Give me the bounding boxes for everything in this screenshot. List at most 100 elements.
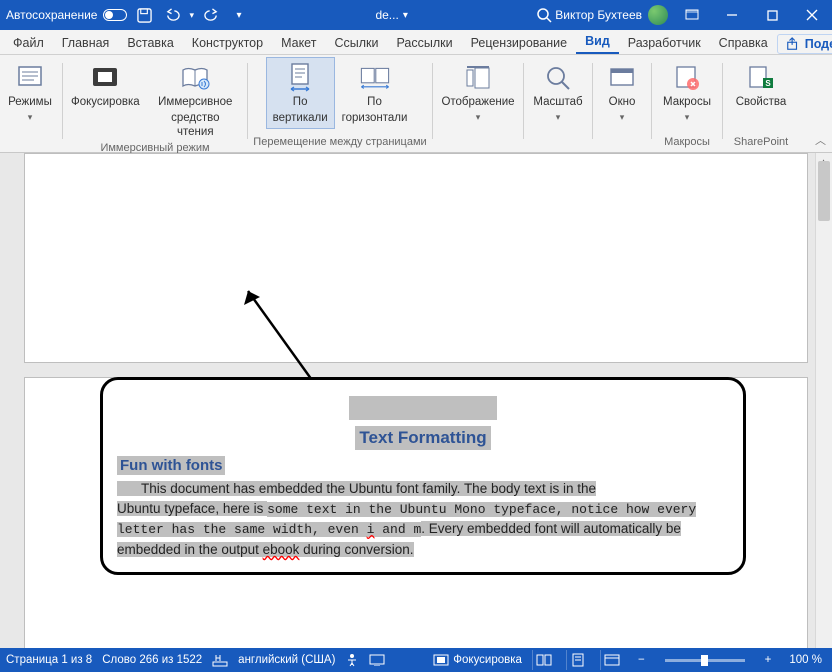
para-line-4: during conversion. — [299, 542, 413, 557]
view-web-icon[interactable] — [600, 650, 624, 670]
close-icon[interactable] — [792, 0, 832, 30]
tab-layout[interactable]: Макет — [272, 32, 325, 54]
view-read-icon[interactable] — [532, 650, 556, 670]
para-line-1: This document has embedded the Ubuntu fo… — [117, 481, 596, 496]
collapse-ribbon-icon[interactable]: ︿ — [815, 132, 826, 148]
ribbon-tabs: Файл Главная Вставка Конструктор Макет С… — [0, 30, 832, 55]
share-button[interactable]: Поделиться — [777, 34, 832, 54]
tab-review[interactable]: Рецензирование — [462, 32, 577, 54]
tab-mailings[interactable]: Рассылки — [387, 32, 461, 54]
group-label-pagemove: Перемещение между страницами — [250, 136, 430, 150]
window-label: Окно — [609, 96, 636, 110]
zoom-label: Масштаб — [533, 96, 582, 110]
svg-text:S: S — [765, 79, 771, 88]
views-label: Режимы — [8, 96, 52, 110]
tab-references[interactable]: Ссылки — [325, 32, 387, 54]
status-bar: Страница 1 из 8 Слово 266 из 1522 англий… — [0, 648, 832, 672]
tab-file[interactable]: Файл — [4, 32, 53, 54]
zoom-slider[interactable] — [665, 659, 745, 662]
ribbon-display-options-icon[interactable] — [672, 0, 712, 30]
vertical-icon — [284, 62, 316, 94]
group-label-sharepoint: SharePoint — [725, 136, 797, 150]
zoom-in-button[interactable]: + — [761, 654, 776, 666]
title-dropdown-icon[interactable]: ▾ — [403, 10, 408, 21]
tab-insert[interactable]: Вставка — [118, 32, 182, 54]
immersive-reader-button[interactable]: Иммерсивное средство чтения — [146, 57, 245, 142]
ribbon: Режимы ▾ Фокусировка Иммерсивное средств… — [0, 55, 832, 153]
avatar[interactable] — [648, 5, 668, 25]
doc-subheading: Fun with fonts — [117, 456, 225, 475]
autosave-toggle[interactable] — [103, 9, 127, 21]
zoom-out-button[interactable]: − — [634, 654, 649, 666]
document-name: de... — [375, 8, 398, 22]
macros-label: Макросы — [663, 96, 711, 110]
chevron-down-icon: ▾ — [556, 112, 561, 123]
vertical-button[interactable]: По вертикали — [266, 57, 335, 129]
vertical-label-2: вертикали — [273, 112, 328, 126]
zoom-button[interactable]: Масштаб ▾ — [526, 57, 589, 126]
immersive-reader-icon — [179, 62, 211, 94]
redo-icon[interactable] — [200, 4, 222, 26]
zoom-percent[interactable]: 100 % — [785, 654, 826, 666]
group-label-empty1 — [0, 136, 60, 150]
display-button[interactable]: Отображение ▾ — [434, 57, 521, 126]
horizontal-icon — [359, 62, 391, 94]
page-1-bottom[interactable] — [24, 153, 808, 363]
window-icon — [606, 62, 638, 94]
tab-developer[interactable]: Разработчик — [619, 32, 710, 54]
properties-label: Свойства — [736, 96, 787, 110]
tab-view[interactable]: Вид — [576, 30, 619, 54]
chevron-down-icon: ▾ — [476, 112, 481, 123]
macros-button[interactable]: Макросы ▾ — [656, 57, 718, 126]
properties-button[interactable]: S Свойства — [729, 57, 794, 113]
views-button[interactable]: Режимы ▾ — [1, 57, 59, 126]
save-icon[interactable] — [133, 4, 155, 26]
undo-icon[interactable] — [161, 4, 183, 26]
document-area[interactable]: Text Formatting Fun with fonts This docu… — [0, 153, 832, 648]
status-language[interactable]: английский (США) — [238, 654, 335, 666]
status-words[interactable]: Слово 266 из 1522 — [102, 654, 202, 666]
views-icon — [14, 62, 46, 94]
status-focus-button[interactable]: Фокусировка — [433, 654, 522, 666]
window-button[interactable]: Окно ▾ — [597, 57, 647, 126]
zoom-icon — [542, 62, 574, 94]
maximize-icon[interactable] — [752, 0, 792, 30]
status-accessibility-icon[interactable] — [345, 653, 359, 667]
status-spellcheck-icon[interactable] — [212, 653, 228, 667]
display-icon — [462, 62, 494, 94]
status-page[interactable]: Страница 1 из 8 — [6, 654, 92, 666]
focus-mode-icon — [433, 654, 449, 666]
minimize-icon[interactable] — [712, 0, 752, 30]
properties-icon: S — [745, 62, 777, 94]
annotation-callout: Text Formatting Fun with fonts This docu… — [100, 377, 746, 575]
user-name: Виктор Бухтеев — [555, 8, 642, 22]
status-focus-label: Фокусировка — [453, 654, 522, 666]
vertical-scrollbar[interactable]: ▴ — [815, 153, 832, 648]
undo-dropdown[interactable]: ▾ — [189, 10, 194, 21]
doc-heading: Text Formatting — [355, 426, 490, 450]
focus-icon — [89, 62, 121, 94]
horizontal-label-1: По — [367, 96, 382, 110]
view-print-icon[interactable] — [566, 650, 590, 670]
immersive-label-1: Иммерсивное — [158, 96, 232, 110]
horizontal-label-2: горизонтали — [342, 112, 408, 126]
chevron-down-icon: ▾ — [685, 112, 690, 123]
search-icon[interactable] — [533, 4, 555, 26]
status-display-settings-icon[interactable] — [369, 654, 385, 666]
tab-help[interactable]: Справка — [710, 32, 777, 54]
para-ebook: ebook — [263, 542, 300, 557]
chevron-down-icon: ▾ — [620, 112, 625, 123]
group-label-macros: Макросы — [654, 136, 720, 150]
tab-home[interactable]: Главная — [53, 32, 119, 54]
tab-design[interactable]: Конструктор — [183, 32, 272, 54]
display-label: Отображение — [441, 96, 514, 110]
qat-customize-icon[interactable]: ▾ — [228, 4, 250, 26]
scroll-thumb[interactable] — [818, 161, 830, 221]
focus-button[interactable]: Фокусировка — [65, 57, 146, 113]
macros-icon — [671, 62, 703, 94]
vertical-label-1: По — [293, 96, 308, 110]
autosave-label: Автосохранение — [6, 8, 97, 22]
share-label: Поделиться — [805, 37, 832, 51]
document-title: de... ▾ — [250, 8, 533, 22]
horizontal-button[interactable]: По горизонтали — [335, 57, 415, 129]
